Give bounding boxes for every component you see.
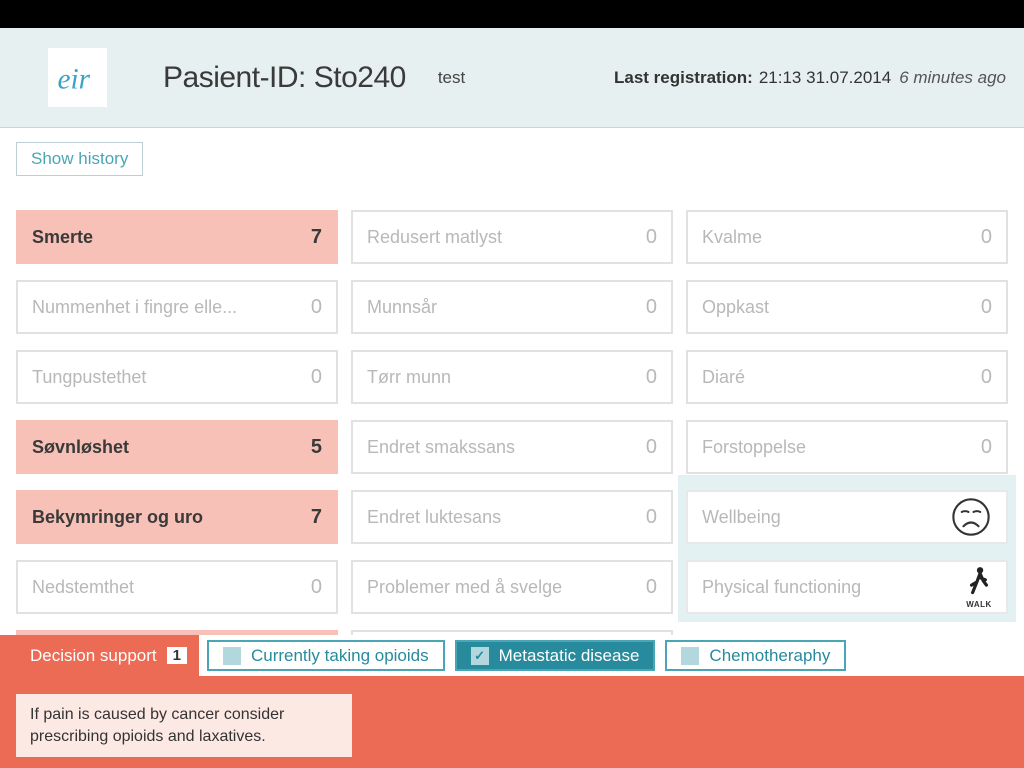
symptom-label: Kvalme: [702, 227, 981, 248]
symptom-card[interactable]: Endret smakssans 0: [351, 420, 673, 474]
symptom-label: Forstoppelse: [702, 437, 981, 458]
symptom-card[interactable]: Problemer med å svelge 0: [351, 560, 673, 614]
symptom-card[interactable]: Søvnløshet 5: [16, 420, 338, 474]
decision-support-label: Decision support: [30, 646, 157, 666]
decision-support-tab[interactable]: Decision support 1: [0, 635, 199, 676]
symptom-label: Tørr munn: [367, 367, 646, 388]
symptom-value: 5: [311, 436, 322, 459]
decision-note: If pain is caused by cancer consider pre…: [16, 694, 352, 757]
physical-label: Physical functioning: [702, 577, 966, 598]
symptom-label: Redusert matlyst: [367, 227, 646, 248]
filter-label: Metastatic disease: [499, 646, 640, 666]
symptom-card[interactable]: Endret luktesans 0: [351, 490, 673, 544]
last-reg-ago: 6 minutes ago: [899, 68, 1006, 88]
symptom-label: Tungpustethet: [32, 367, 311, 388]
header: eir Pasient-ID: Sto240 test Last registr…: [0, 28, 1024, 128]
last-reg-time: 21:13 31.07.2014: [759, 68, 891, 88]
walk-icon: WALK: [966, 566, 992, 609]
symptom-card[interactable]: Nummenhet i fingre elle... 0: [16, 280, 338, 334]
walk-text: WALK: [966, 600, 992, 609]
filter-metastatic[interactable]: ✓ Metastatic disease: [455, 640, 656, 671]
symptom-label: Nummenhet i fingre elle...: [32, 297, 311, 318]
symptom-value: 0: [646, 296, 657, 319]
symptom-label: Munnsår: [367, 297, 646, 318]
physical-functioning-card[interactable]: Physical functioning WALK: [686, 560, 1008, 614]
symptom-value: 0: [981, 226, 992, 249]
decision-support-panel: Decision support 1 Currently taking opio…: [0, 635, 1024, 768]
checkbox-icon: [681, 647, 699, 665]
symptom-value: 0: [646, 436, 657, 459]
filter-opioids[interactable]: Currently taking opioids: [207, 640, 445, 671]
symptom-card[interactable]: Tørr munn 0: [351, 350, 673, 404]
symptom-value: 0: [981, 296, 992, 319]
filters: Currently taking opioids ✓ Metastatic di…: [199, 635, 1024, 676]
symptom-value: 0: [311, 296, 322, 319]
symptom-value: 7: [311, 506, 322, 529]
symptom-value: 0: [311, 576, 322, 599]
symptom-value: 0: [981, 436, 992, 459]
checkbox-checked-icon: ✓: [471, 647, 489, 665]
symptom-value: 7: [311, 226, 322, 249]
symptom-value: 0: [646, 506, 657, 529]
svg-text:eir: eir: [57, 63, 90, 95]
symptom-label: Endret smakssans: [367, 437, 646, 458]
symptom-value: 0: [981, 366, 992, 389]
symptom-label: Diaré: [702, 367, 981, 388]
symptom-label: Problemer med å svelge: [367, 577, 646, 598]
symptom-label: Søvnløshet: [32, 437, 311, 458]
patient-subtitle: test: [438, 68, 465, 88]
symptom-label: Smerte: [32, 227, 311, 248]
symptom-label: Endret luktesans: [367, 507, 646, 528]
symptom-card[interactable]: Forstoppelse 0: [686, 420, 1008, 474]
symptom-card[interactable]: Kvalme 0: [686, 210, 1008, 264]
wellbeing-card[interactable]: Wellbeing: [686, 490, 1008, 544]
symptom-card[interactable]: Nedstemthet 0: [16, 560, 338, 614]
symptom-grid: Smerte 7 Redusert matlyst 0 Kvalme 0 Num…: [16, 210, 1008, 614]
show-history-button[interactable]: Show history: [16, 142, 143, 176]
symptom-card[interactable]: Bekymringer og uro 7: [16, 490, 338, 544]
last-reg-label: Last registration:: [614, 68, 753, 88]
symptom-card[interactable]: Munnsår 0: [351, 280, 673, 334]
decision-support-count: 1: [167, 647, 187, 664]
content: Show history Smerte 7 Redusert matlyst 0…: [0, 128, 1024, 638]
last-registration: Last registration: 21:13 31.07.2014 6 mi…: [614, 68, 1006, 88]
checkbox-icon: [223, 647, 241, 665]
filter-label: Currently taking opioids: [251, 646, 429, 666]
symptom-card[interactable]: Smerte 7: [16, 210, 338, 264]
app-logo: eir: [48, 48, 107, 107]
sad-face-icon: [950, 496, 992, 538]
device-statusbar: [0, 0, 1024, 28]
symptom-value: 0: [646, 226, 657, 249]
wellbeing-label: Wellbeing: [702, 507, 950, 528]
symptom-label: Bekymringer og uro: [32, 507, 311, 528]
symptom-card[interactable]: Redusert matlyst 0: [351, 210, 673, 264]
symptom-card[interactable]: Oppkast 0: [686, 280, 1008, 334]
patient-id-title: Pasient-ID: Sto240: [163, 61, 406, 95]
filter-chemotherapy[interactable]: Chemotheraphy: [665, 640, 846, 671]
symptom-card[interactable]: Diaré 0: [686, 350, 1008, 404]
special-panel-wrap: Wellbeing Physical functioning: [686, 490, 1008, 614]
symptom-value: 0: [311, 366, 322, 389]
special-panel: Wellbeing Physical functioning: [678, 475, 1016, 622]
symptom-label: Nedstemthet: [32, 577, 311, 598]
filter-row: Decision support 1 Currently taking opio…: [0, 635, 1024, 676]
symptom-value: 0: [646, 366, 657, 389]
symptom-label: Oppkast: [702, 297, 981, 318]
symptom-value: 0: [646, 576, 657, 599]
symptom-card[interactable]: Tungpustethet 0: [16, 350, 338, 404]
filter-label: Chemotheraphy: [709, 646, 830, 666]
